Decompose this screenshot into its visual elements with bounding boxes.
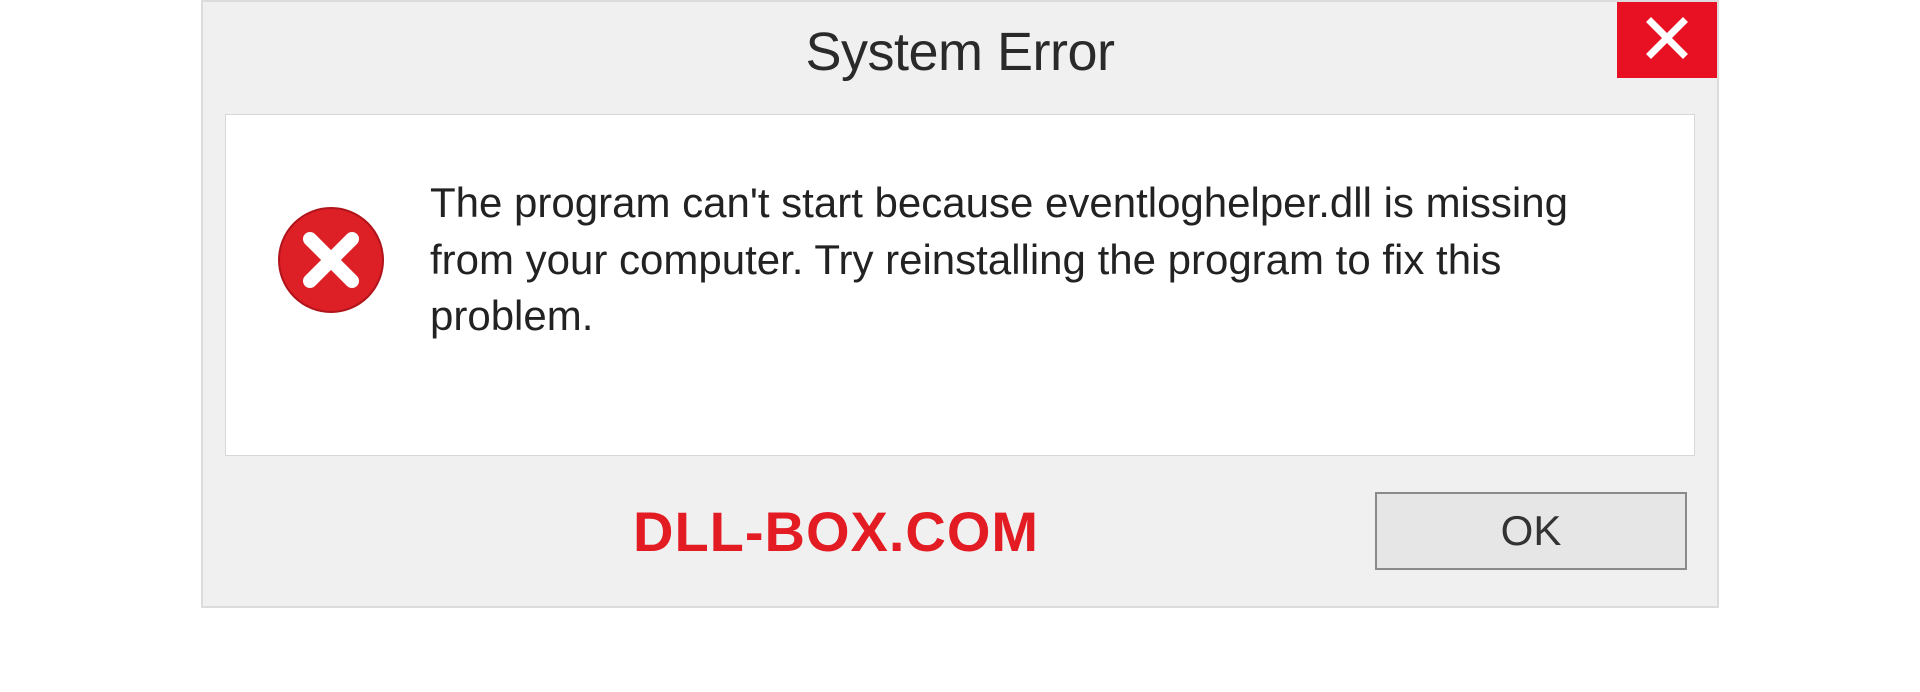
content-panel: The program can't start because eventlog… bbox=[225, 114, 1695, 456]
error-icon bbox=[276, 205, 386, 315]
watermark-text: DLL-BOX.COM bbox=[633, 499, 1039, 564]
titlebar: System Error bbox=[203, 2, 1717, 102]
close-button[interactable] bbox=[1617, 2, 1717, 78]
close-icon bbox=[1645, 16, 1689, 65]
dialog-footer: DLL-BOX.COM OK bbox=[203, 456, 1717, 606]
dialog-title: System Error bbox=[805, 21, 1114, 83]
ok-button[interactable]: OK bbox=[1375, 492, 1687, 570]
ok-button-label: OK bbox=[1501, 507, 1562, 555]
error-dialog: System Error The program can't start bec… bbox=[201, 0, 1719, 608]
error-message: The program can't start because eventlog… bbox=[430, 175, 1644, 345]
